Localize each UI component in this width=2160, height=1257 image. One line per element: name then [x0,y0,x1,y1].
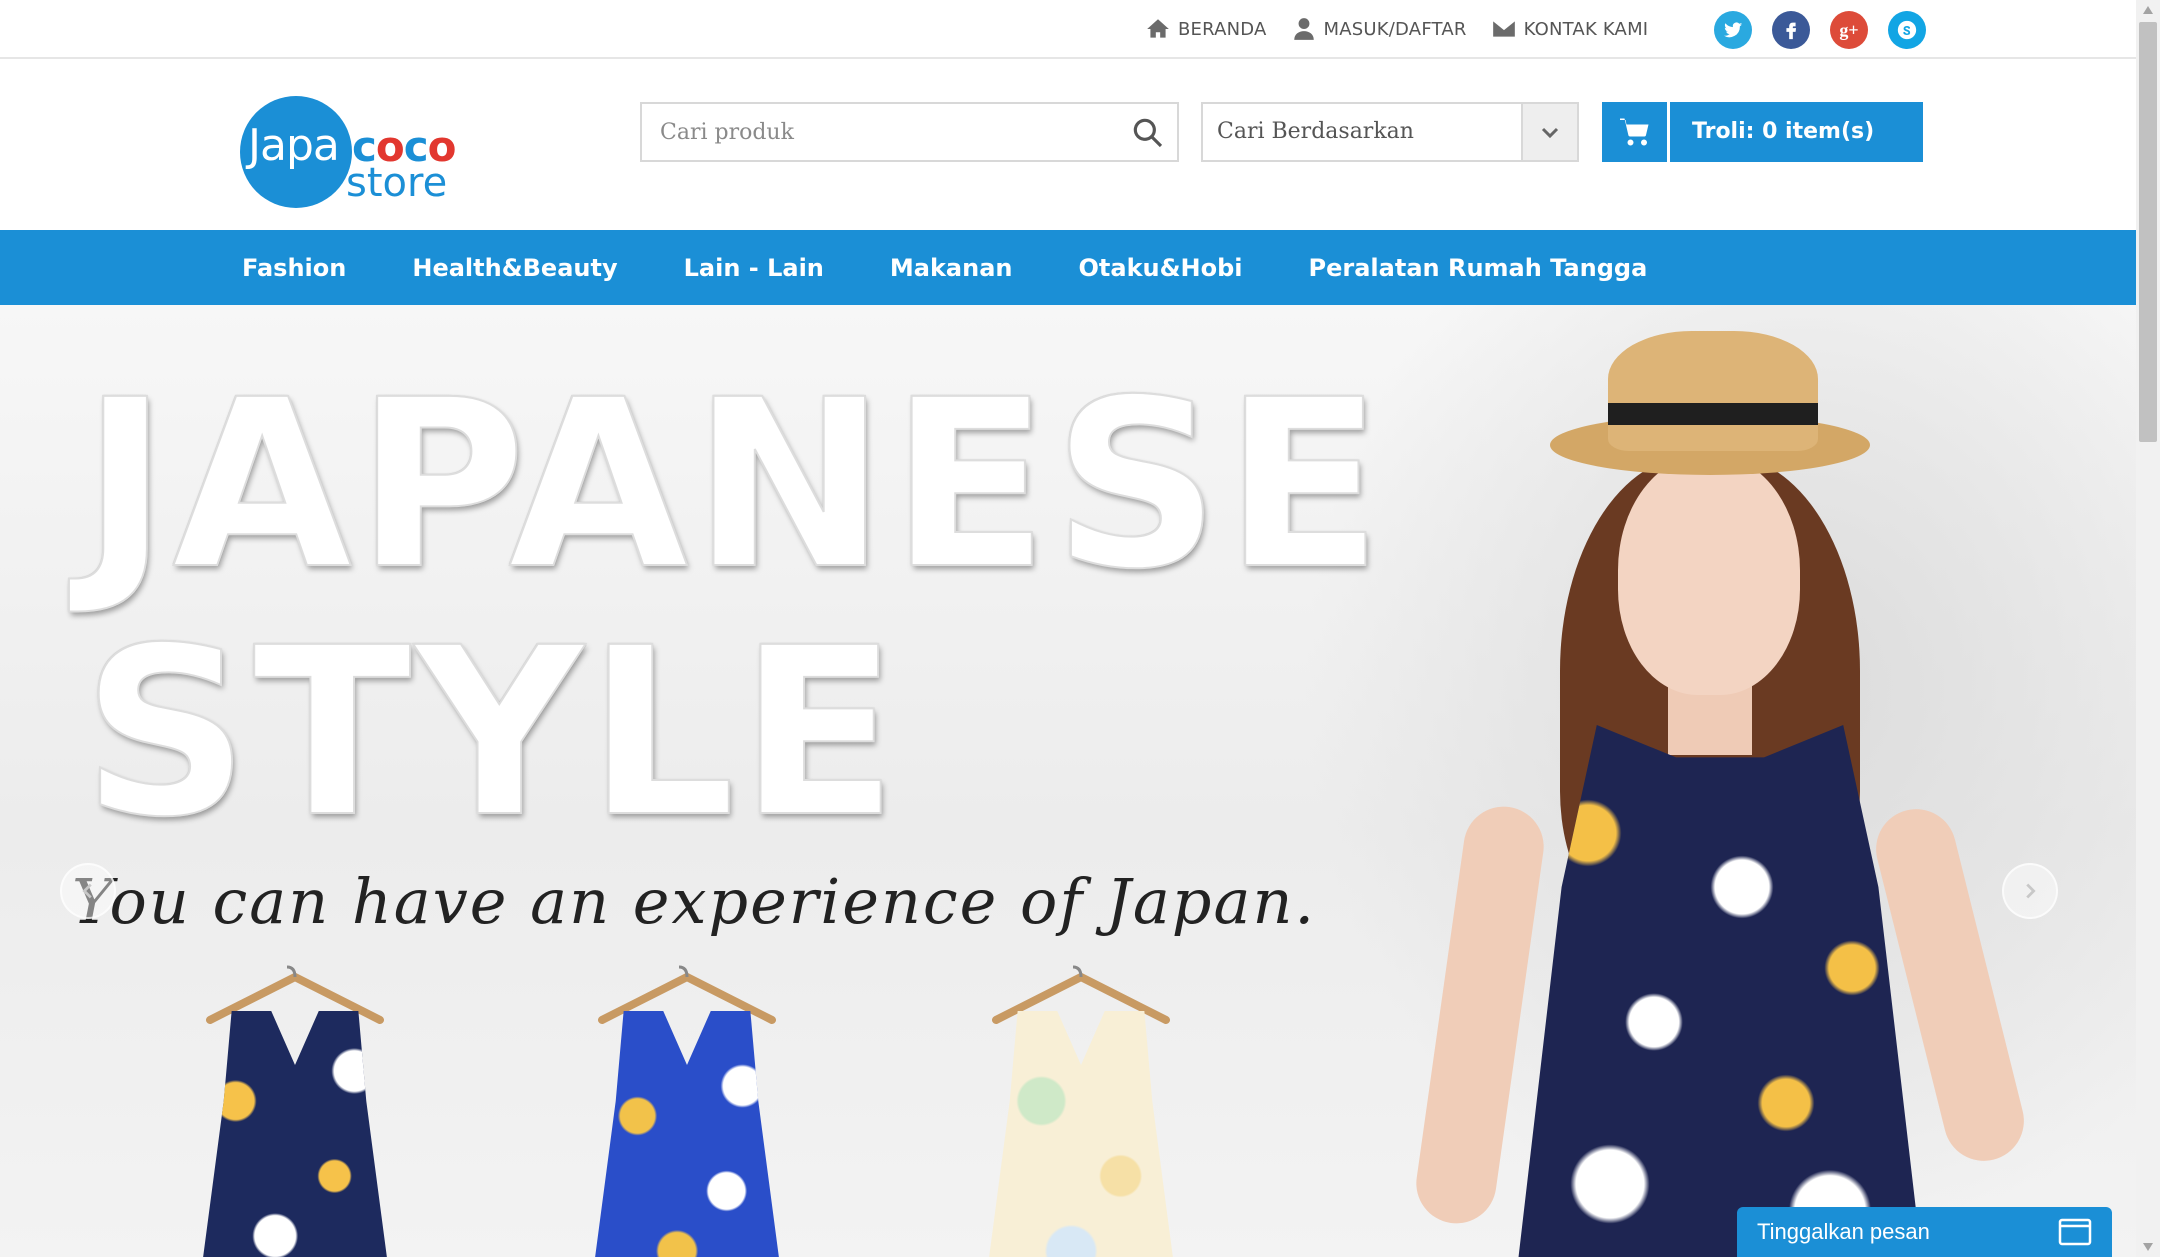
main-nav: Fashion Health&Beauty Lain - Lain Makana… [0,230,2136,305]
search-button[interactable] [1129,114,1167,152]
home-icon [1145,16,1171,42]
login-register-label: MASUK/DAFTAR [1323,18,1467,40]
nav-item-health-beauty[interactable]: Health&Beauty [412,254,617,282]
nav-item-otaku-hobi[interactable]: Otaku&Hobi [1079,254,1243,282]
twitter-icon [1723,22,1743,38]
hero-dress-image [562,965,812,1257]
home-link[interactable]: BERANDA [1145,16,1267,42]
slider-next-button[interactable] [2002,863,2058,919]
skype-icon [1897,20,1917,40]
top-bar: BERANDA MASUK/DAFTAR KONTAK KAMI g+ [0,0,2136,59]
cart-icon [1619,118,1648,146]
contact-link[interactable]: KONTAK KAMI [1491,16,1649,42]
page-scrollbar[interactable] [2136,0,2160,1257]
chevron-right-icon [2026,883,2036,899]
chat-window-icon [2058,1218,2092,1246]
google-plus-icon: g+ [1839,19,1859,40]
facebook-button[interactable] [1772,11,1810,49]
cart-button[interactable]: Troli: 0 item(s) [1602,102,1923,162]
chat-widget[interactable]: Tinggalkan pesan [1737,1207,2112,1257]
nav-item-fashion[interactable]: Fashion [242,254,346,282]
social-links: g+ [1714,11,1946,49]
scroll-down-arrow-icon [2143,1243,2153,1251]
mail-icon [1491,16,1517,42]
nav-item-lain-lain[interactable]: Lain - Lain [684,254,824,282]
twitter-button[interactable] [1714,11,1752,49]
chat-widget-label: Tinggalkan pesan [1757,1219,1930,1244]
category-dropdown-toggle[interactable] [1521,104,1577,160]
home-link-label: BERANDA [1178,18,1267,40]
nav-item-makanan[interactable]: Makanan [890,254,1013,282]
hero-subtitle: You can have an experience of Japan. [72,865,1317,938]
cart-label: Troli: 0 item(s) [1692,119,1875,144]
search-input[interactable] [642,104,1102,160]
facebook-icon [1786,22,1797,40]
search-category-value: Cari Berdasarkan [1217,119,1414,144]
search-box [640,102,1179,162]
top-links: BERANDA MASUK/DAFTAR KONTAK KAMI [1145,0,1672,58]
scroll-thumb[interactable] [2139,22,2157,442]
skype-button[interactable] [1888,11,1926,49]
hero-title-line2: STYLE [81,598,902,868]
hero-slider: JAPANESE STYLE You can have an experienc… [0,305,2136,1257]
scroll-up-arrow-icon [2143,6,2153,14]
contact-link-label: KONTAK KAMI [1523,18,1649,40]
logo-text-japa: Japa [248,120,340,171]
login-register-link[interactable]: MASUK/DAFTAR [1291,16,1467,42]
nav-item-peralatan-rumah-tangga[interactable]: Peralatan Rumah Tangga [1309,254,1648,282]
scroll-up-button[interactable] [2136,0,2160,20]
chevron-down-icon [1541,127,1559,139]
hero-title-line1: JAPANESE [81,350,1387,620]
slider-prev-button[interactable] [60,863,116,919]
scroll-down-button[interactable] [2136,1237,2160,1257]
chevron-left-icon [82,883,92,899]
logo-text-store: store [346,160,448,206]
search-category-select[interactable]: Cari Berdasarkan [1201,102,1579,162]
search-icon [1133,118,1163,148]
user-icon [1291,16,1317,42]
hero-model-image [1411,305,2040,1257]
store-logo[interactable]: Japa coco store [240,96,460,212]
hero-dress-image [170,965,420,1257]
google-plus-button[interactable]: g+ [1830,11,1868,49]
cart-icon-box [1602,102,1670,162]
hero-dress-image [956,965,1206,1257]
